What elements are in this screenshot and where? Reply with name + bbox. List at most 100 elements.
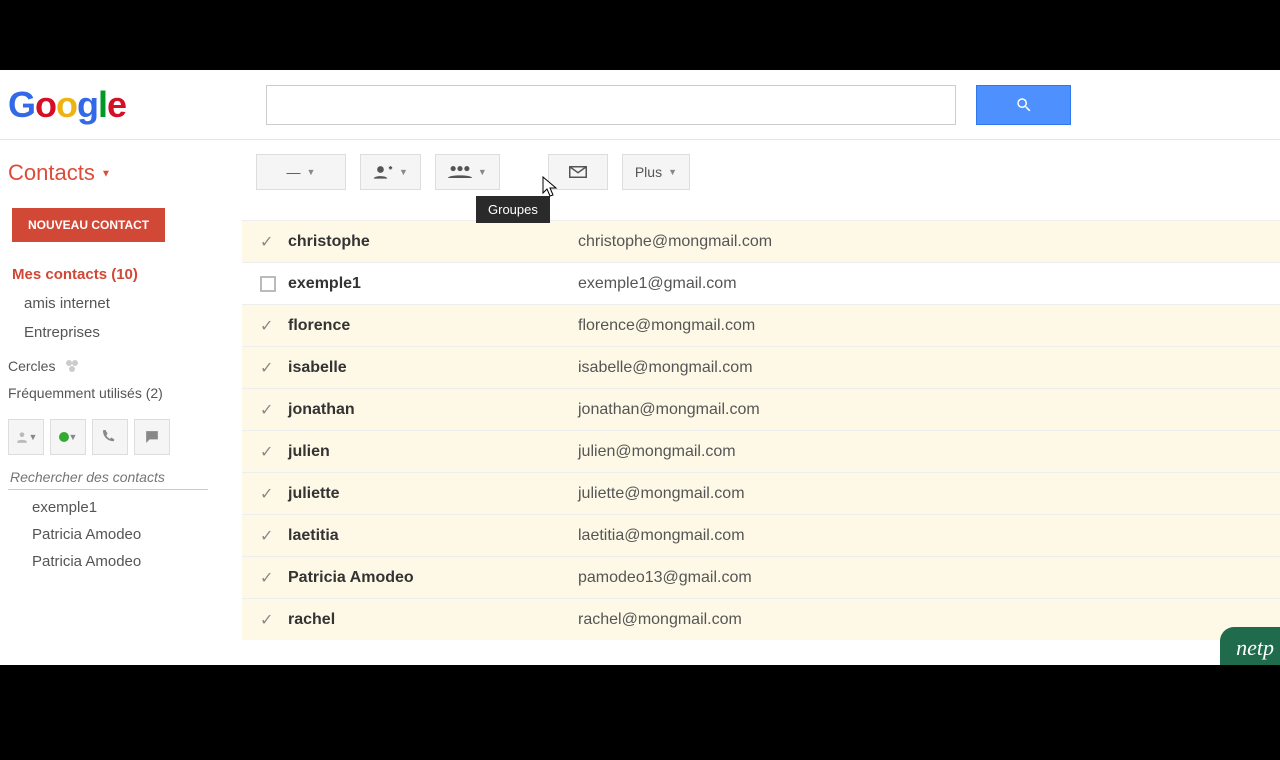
hangouts-profile-button[interactable]: ▼	[8, 419, 44, 455]
sidebar-item-group[interactable]: amis internet	[4, 289, 242, 318]
logo-letter: l	[98, 84, 107, 125]
hangouts-list-item[interactable]: Patricia Amodeo	[4, 521, 242, 548]
new-contact-button[interactable]: NOUVEAU CONTACT	[12, 208, 165, 242]
status-dot-icon	[59, 432, 69, 442]
envelope-icon	[569, 166, 587, 178]
logo-letter: o	[56, 84, 77, 125]
hangouts-search	[8, 465, 208, 490]
sidebar: Contacts ▼ NOUVEAU CONTACT Mes contacts …	[0, 140, 242, 665]
search-wrap	[266, 85, 1071, 125]
main: Contacts ▼ NOUVEAU CONTACT Mes contacts …	[0, 140, 1280, 665]
contact-email: jonathan@mongmail.com	[578, 401, 760, 419]
checkbox-checked-icon[interactable]: ✓	[260, 400, 288, 420]
contact-email: julien@mongmail.com	[578, 443, 736, 461]
contact-row[interactable]: ✓Patricia Amodeopamodeo13@gmail.com	[242, 556, 1280, 598]
contact-row[interactable]: ✓isabelleisabelle@mongmail.com	[242, 346, 1280, 388]
hangouts-list-item[interactable]: exemple1	[4, 494, 242, 521]
search-icon	[1015, 96, 1033, 114]
checkbox-checked-icon[interactable]: ✓	[260, 316, 288, 336]
sidebar-item-label: Cercles	[8, 358, 55, 374]
page-title-dropdown[interactable]: Contacts ▼	[4, 160, 242, 208]
hangouts-list: exemple1 Patricia Amodeo Patricia Amodeo	[4, 494, 242, 575]
caret-down-icon: ▼	[668, 167, 677, 177]
hangouts-status-button[interactable]: ▼	[50, 419, 86, 455]
contact-name: isabelle	[288, 359, 578, 377]
caret-down-icon: ▼	[399, 167, 408, 177]
contact-row[interactable]: ✓rachelrachel@mongmail.com	[242, 598, 1280, 640]
contact-email: florence@mongmail.com	[578, 317, 755, 335]
logo-letter: G	[8, 84, 35, 125]
contact-row[interactable]: ✓christophechristophe@mongmail.com	[242, 220, 1280, 262]
contact-name: rachel	[288, 611, 578, 629]
checkbox-unchecked-icon[interactable]	[260, 276, 276, 292]
sidebar-item-frequent[interactable]: Fréquemment utilisés (2)	[4, 385, 242, 401]
checkbox-checked-icon[interactable]: ✓	[260, 442, 288, 462]
add-to-contacts-button[interactable]: ▼	[360, 154, 421, 190]
app-window: Google Contacts ▼ NOUVEAU CONTACT Mes co…	[0, 70, 1280, 665]
email-button[interactable]	[548, 154, 608, 190]
contact-name: florence	[288, 317, 578, 335]
contact-email: juliette@mongmail.com	[578, 485, 745, 503]
toolbar: —▼ ▼ ▼ Plus ▼ Groupes	[242, 154, 1280, 202]
caret-down-icon: ▼	[29, 432, 38, 442]
contact-row[interactable]: exemple1exemple1@gmail.com	[242, 262, 1280, 304]
contact-row[interactable]: ✓julienjulien@mongmail.com	[242, 430, 1280, 472]
person-icon	[15, 430, 29, 444]
contact-name: laetitia	[288, 527, 578, 545]
sidebar-item-circles[interactable]: Cercles	[4, 357, 242, 375]
contact-name: Patricia Amodeo	[288, 569, 578, 587]
more-button-label: Plus	[635, 164, 662, 180]
header: Google	[0, 70, 1280, 140]
logo-letter: g	[77, 84, 98, 125]
sidebar-item-my-contacts[interactable]: Mes contacts (10)	[4, 260, 242, 289]
circles-icon	[63, 357, 81, 375]
hangouts-list-item[interactable]: Patricia Amodeo	[4, 548, 242, 575]
phone-icon	[103, 430, 117, 444]
spacer	[514, 154, 534, 202]
contact-row[interactable]: ✓laetitialaetitia@mongmail.com	[242, 514, 1280, 556]
sidebar-item-group[interactable]: Entreprises	[4, 318, 242, 347]
contact-email: rachel@mongmail.com	[578, 611, 742, 629]
caret-down-icon: ▼	[307, 167, 316, 177]
content: —▼ ▼ ▼ Plus ▼ Groupes	[242, 140, 1280, 665]
google-logo[interactable]: Google	[8, 84, 146, 126]
contact-email: laetitia@mongmail.com	[578, 527, 745, 545]
watermark: netp	[1220, 627, 1280, 665]
contact-email: exemple1@gmail.com	[578, 275, 737, 293]
hangouts-chat-button[interactable]	[134, 419, 170, 455]
contact-email: pamodeo13@gmail.com	[578, 569, 752, 587]
hangouts-call-button[interactable]	[92, 419, 128, 455]
contact-email: isabelle@mongmail.com	[578, 359, 753, 377]
hangouts-toolbar: ▼ ▼	[8, 419, 242, 455]
caret-down-icon: ▼	[478, 167, 487, 177]
search-input[interactable]	[266, 85, 956, 125]
contact-name: christophe	[288, 233, 578, 251]
caret-down-icon: ▼	[101, 169, 111, 180]
contact-name: jonathan	[288, 401, 578, 419]
checkbox-checked-icon[interactable]: ✓	[260, 232, 288, 252]
select-all-button[interactable]: —▼	[256, 154, 346, 190]
more-button[interactable]: Plus ▼	[622, 154, 690, 190]
contact-email: christophe@mongmail.com	[578, 233, 772, 251]
contact-row[interactable]: ✓juliettejuliette@mongmail.com	[242, 472, 1280, 514]
checkbox-checked-icon[interactable]: ✓	[260, 358, 288, 378]
checkbox-checked-icon[interactable]: ✓	[260, 610, 288, 630]
page-title-label: Contacts	[8, 160, 95, 185]
caret-down-icon: ▼	[69, 432, 78, 442]
person-add-icon	[373, 165, 393, 179]
chat-icon	[145, 430, 159, 444]
contact-name: exemple1	[288, 275, 578, 293]
groups-button[interactable]: ▼	[435, 154, 500, 190]
contact-list: ✓christophechristophe@mongmail.comexempl…	[242, 220, 1280, 640]
contact-row[interactable]: ✓jonathanjonathan@mongmail.com	[242, 388, 1280, 430]
contact-name: julien	[288, 443, 578, 461]
checkbox-checked-icon[interactable]: ✓	[260, 484, 288, 504]
contact-row[interactable]: ✓florenceflorence@mongmail.com	[242, 304, 1280, 346]
hangouts-search-input[interactable]	[8, 465, 208, 490]
groups-icon	[448, 165, 472, 179]
checkbox-checked-icon[interactable]: ✓	[260, 568, 288, 588]
contact-name: juliette	[288, 485, 578, 503]
checkbox-checked-icon[interactable]: ✓	[260, 526, 288, 546]
logo-letter: e	[107, 84, 126, 125]
search-button[interactable]	[976, 85, 1071, 125]
